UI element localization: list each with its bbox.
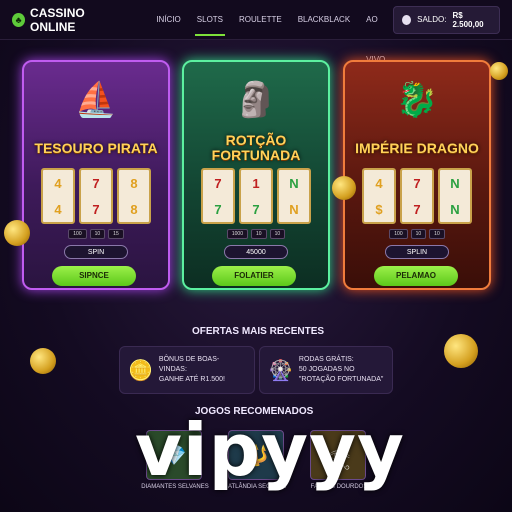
bet-option[interactable]: 100	[68, 229, 87, 239]
slot-reels: 77 17 NN	[192, 168, 320, 224]
reel: 77	[400, 168, 434, 224]
slot-reels: 4 $ 77 NN	[353, 168, 481, 224]
reel: 77	[201, 168, 235, 224]
menu-item-inicio[interactable]: INÍCIO	[148, 0, 188, 40]
menu-item-slots[interactable]: SLOTS	[189, 0, 231, 40]
offer-text: RODAS GRÁTIS: 50 JOGADAS NO "ROTAÇÃO FOR…	[298, 356, 384, 383]
spin-button[interactable]: SPIN	[64, 245, 128, 259]
main-menu: INÍCIO SLOTS ROULETTE BLACKBLACK AO VIVO	[148, 0, 393, 64]
coin-icon	[490, 62, 508, 80]
coin-icon	[30, 348, 56, 374]
balance-box[interactable]: SALDO: R$ 2.500,00	[393, 5, 500, 34]
brand[interactable]: ♣ CASSINO ONLINE	[12, 6, 126, 34]
reel: NN	[438, 168, 472, 224]
reel: 88	[117, 168, 151, 224]
offer-text: BÔNUS DE BOAS-VINDAS: GANHE ATÉ R1.500!	[158, 356, 225, 383]
offer-welcome-bonus[interactable]: 🪙 BÔNUS DE BOAS-VINDAS: GANHE ATÉ R1.500…	[119, 346, 255, 394]
bet-option[interactable]: 10	[429, 229, 445, 239]
reel: 44	[41, 168, 75, 224]
play-button-rotacao-fortunada[interactable]: FOLATIER	[212, 266, 296, 286]
balance-label: SALDO:	[417, 15, 447, 24]
pirate-ship-icon: ⛵	[74, 81, 118, 119]
menu-item-blackblack[interactable]: BLACKBLACK	[290, 0, 358, 40]
slot-reels: 44 77 88	[32, 168, 160, 224]
bet-options: 100 10 10	[353, 229, 481, 239]
balance-amount: R$ 2.500,00	[452, 10, 484, 29]
golden-idol-icon: 🗿	[234, 81, 278, 119]
game-card-imperie-dragno[interactable]: 🐉 IMPÉRIE DRAGNO 4 $ 77 NN 100 10 10 SPLI…	[343, 60, 491, 290]
wheel-icon: 🎡	[268, 359, 293, 382]
spin-button[interactable]: 45000	[224, 245, 288, 259]
play-button-imperie-dragno[interactable]: PELAMAO	[374, 266, 458, 286]
spin-button[interactable]: SPLIN	[385, 245, 449, 259]
reel: 17	[239, 168, 273, 224]
coin-icon	[332, 176, 356, 200]
bet-option[interactable]: 1000	[226, 229, 248, 239]
user-icon	[402, 14, 412, 25]
bet-option[interactable]: 10	[269, 229, 286, 239]
dragon-icon: 🐉	[395, 81, 439, 119]
coins-icon: 🪙	[128, 359, 153, 382]
game-card-rotacao-fortunada[interactable]: 🗿 ROTÇÃO FORTUNADA 77 17 NN 1000 10 10 4…	[182, 60, 330, 290]
game-title: IMPÉRIE DRAGNO	[355, 139, 479, 156]
offers-title: OFERTAS MAIS RECENTES	[192, 326, 325, 337]
game-title: TESOURO PIRATA	[34, 139, 158, 156]
coin-icon	[4, 220, 30, 246]
clover-logo-icon: ♣	[12, 12, 26, 27]
top-nav: ♣ CASSINO ONLINE INÍCIO SLOTS ROULETTE B…	[0, 0, 512, 64]
bet-option[interactable]: 10	[410, 229, 427, 239]
coin-icon	[444, 334, 478, 368]
reel: 4 $	[362, 168, 396, 224]
bet-option[interactable]: 15	[108, 229, 124, 239]
watermark: vipyyy	[135, 408, 405, 492]
reel: NN	[277, 168, 311, 224]
play-button-tesouro-pirata[interactable]: SIPNCE	[52, 266, 136, 286]
menu-item-ao-vivo[interactable]: AO VIVO	[358, 0, 393, 64]
bet-option[interactable]: 10	[251, 229, 267, 239]
menu-item-roulette[interactable]: ROULETTE	[231, 0, 290, 40]
bet-options: 100 10 15	[32, 229, 160, 239]
brand-name: CASSINO ONLINE	[30, 5, 85, 34]
reel: 77	[79, 168, 113, 224]
game-title: ROTÇÃO FORTUNADA	[211, 132, 301, 163]
offer-free-spins[interactable]: 🎡 RODAS GRÁTIS: 50 JOGADAS NO "ROTAÇÃO F…	[259, 346, 393, 394]
bet-option[interactable]: 100	[389, 229, 408, 239]
game-card-tesouro-pirata[interactable]: ⛵ TESOURO PIRATA 44 77 88 100 10 15 SPIN	[22, 60, 170, 290]
bet-option[interactable]: 10	[89, 229, 106, 239]
bet-options: 1000 10 10	[192, 229, 320, 239]
